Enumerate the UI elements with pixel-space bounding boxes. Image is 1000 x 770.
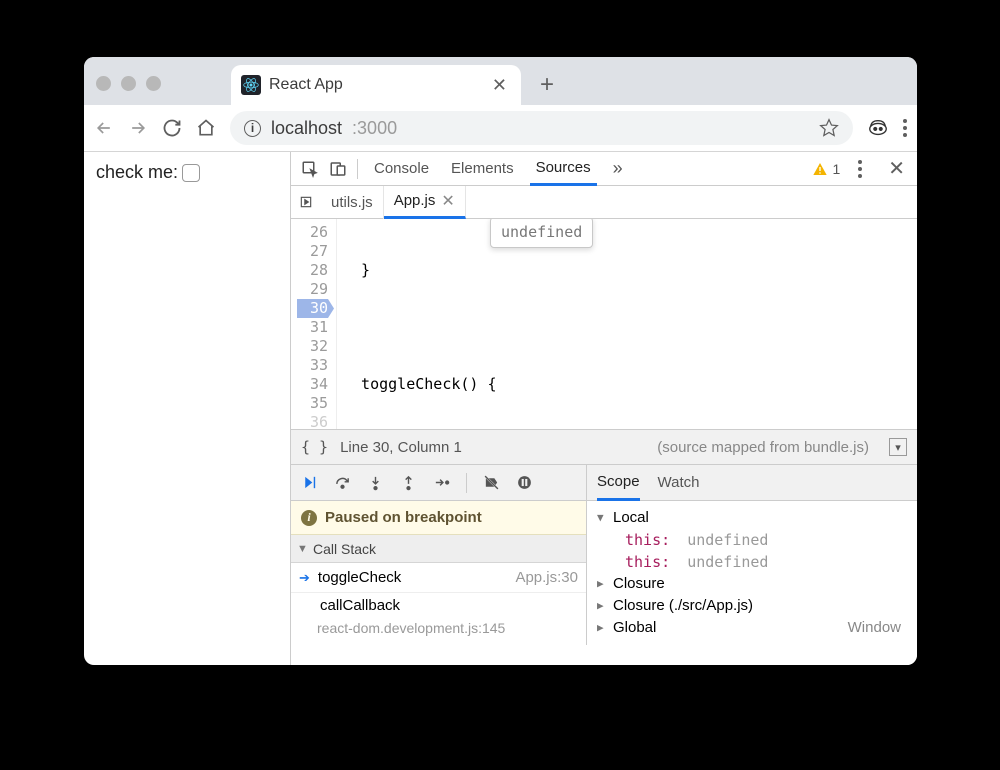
scope-pane: Scope Watch ▼Local this: undefined this:… bbox=[587, 465, 917, 645]
close-file-icon[interactable]: ✕ bbox=[441, 191, 454, 211]
new-tab-button[interactable]: + bbox=[533, 71, 561, 99]
extension-icon[interactable] bbox=[867, 117, 889, 139]
url-host: localhost bbox=[271, 118, 342, 139]
browser-tab[interactable]: React App ✕ bbox=[231, 65, 521, 105]
url-input[interactable]: i localhost :3000 bbox=[230, 111, 853, 145]
tab-sources[interactable]: Sources bbox=[530, 152, 597, 186]
editor-status-bar: { } Line 30, Column 1 (source mapped fro… bbox=[291, 429, 917, 465]
device-toolbar-icon[interactable] bbox=[329, 160, 347, 178]
tab-strip: React App ✕ + bbox=[84, 57, 917, 105]
back-button[interactable] bbox=[94, 118, 114, 138]
code-editor[interactable]: 26272829 30 313233343536 } toggleCheck()… bbox=[291, 219, 917, 429]
close-devtools-icon[interactable]: ✕ bbox=[880, 156, 907, 181]
close-window-icon[interactable] bbox=[96, 76, 111, 91]
resume-button[interactable] bbox=[301, 474, 318, 491]
scope-section-closure[interactable]: ▶Closure bbox=[597, 573, 907, 595]
devtools-panel: Console Elements Sources » 1 ✕ utils.js … bbox=[291, 152, 917, 665]
step-button[interactable] bbox=[433, 474, 450, 491]
scope-section-global[interactable]: ▶GlobalWindow bbox=[597, 617, 907, 639]
info-icon: i bbox=[301, 510, 317, 526]
scope-body: ▼Local this: undefined this: undefined ▶… bbox=[587, 501, 917, 645]
forward-button[interactable] bbox=[128, 118, 148, 138]
tab-scope[interactable]: Scope bbox=[597, 465, 640, 501]
current-frame-icon: ➔ bbox=[299, 570, 310, 586]
pause-exceptions-button[interactable] bbox=[516, 474, 533, 491]
bookmark-icon[interactable] bbox=[819, 118, 839, 138]
scope-var[interactable]: this: undefined bbox=[597, 529, 907, 551]
callstack-header[interactable]: ▼ Call Stack bbox=[291, 535, 586, 563]
step-into-button[interactable] bbox=[367, 474, 384, 491]
page-content: check me: bbox=[84, 152, 291, 665]
stack-frame-location: react-dom.development.js:145 bbox=[291, 617, 586, 639]
tab-console[interactable]: Console bbox=[368, 152, 435, 186]
step-over-button[interactable] bbox=[334, 474, 351, 491]
file-tab-app[interactable]: App.js ✕ bbox=[384, 186, 466, 219]
source-map-toggle-icon[interactable]: ▾ bbox=[889, 438, 907, 456]
minimize-window-icon[interactable] bbox=[121, 76, 136, 91]
tab-elements[interactable]: Elements bbox=[445, 152, 520, 186]
url-port: :3000 bbox=[352, 118, 397, 139]
react-icon bbox=[241, 75, 261, 95]
debugger-toolbar bbox=[291, 465, 586, 501]
tab-title: React App bbox=[269, 76, 484, 94]
value-tooltip: undefined bbox=[490, 219, 593, 248]
scope-section-closure-app[interactable]: ▶Closure (./src/App.js) bbox=[597, 595, 907, 617]
inspect-element-icon[interactable] bbox=[301, 160, 319, 178]
paused-banner: i Paused on breakpoint bbox=[291, 501, 586, 535]
tab-watch[interactable]: Watch bbox=[658, 474, 700, 491]
browser-window: React App ✕ + i localhost :3000 bbox=[84, 57, 917, 665]
stack-frame[interactable]: callCallback bbox=[291, 593, 586, 617]
close-tab-icon[interactable]: ✕ bbox=[492, 75, 507, 96]
site-info-icon[interactable]: i bbox=[244, 120, 261, 137]
line-gutter: 26272829 30 313233343536 bbox=[291, 219, 337, 429]
source-map-info: (source mapped from bundle.js) bbox=[657, 439, 869, 456]
chevron-down-icon: ▼ bbox=[297, 543, 309, 555]
window-controls bbox=[96, 76, 161, 91]
deactivate-breakpoints-button[interactable] bbox=[483, 474, 500, 491]
browser-menu-button[interactable] bbox=[903, 119, 907, 137]
reload-button[interactable] bbox=[162, 118, 182, 138]
debugger-pane: i Paused on breakpoint ▼ Call Stack ➔ to… bbox=[291, 465, 917, 645]
checkbox-input[interactable] bbox=[182, 164, 200, 182]
scope-section-local[interactable]: ▼Local bbox=[597, 507, 907, 529]
file-tab-utils[interactable]: utils.js bbox=[321, 186, 384, 219]
scope-tabs: Scope Watch bbox=[587, 465, 917, 501]
scope-var[interactable]: this: undefined bbox=[597, 551, 907, 573]
maximize-window-icon[interactable] bbox=[146, 76, 161, 91]
callstack-pane: i Paused on breakpoint ▼ Call Stack ➔ to… bbox=[291, 465, 587, 645]
devtools-menu-button[interactable] bbox=[858, 160, 862, 178]
address-bar: i localhost :3000 bbox=[84, 105, 917, 152]
file-tabs: utils.js App.js ✕ bbox=[291, 186, 917, 219]
file-nav-icon[interactable] bbox=[291, 195, 321, 209]
more-tabs-icon[interactable]: » bbox=[607, 158, 629, 179]
code-body: } toggleCheck() { console.debug(this) th… bbox=[337, 219, 917, 429]
step-out-button[interactable] bbox=[400, 474, 417, 491]
stack-frame[interactable]: ➔ toggleCheck App.js:30 bbox=[291, 563, 586, 593]
pretty-print-icon[interactable]: { } bbox=[301, 438, 328, 456]
checkbox-label[interactable]: check me: bbox=[96, 162, 200, 183]
viewport: check me: Console Elements Sources » bbox=[84, 152, 917, 665]
devtools-tabs: Console Elements Sources » 1 ✕ bbox=[291, 152, 917, 186]
cursor-position: Line 30, Column 1 bbox=[340, 439, 462, 456]
home-button[interactable] bbox=[196, 118, 216, 138]
warnings-indicator[interactable]: 1 bbox=[812, 161, 840, 177]
